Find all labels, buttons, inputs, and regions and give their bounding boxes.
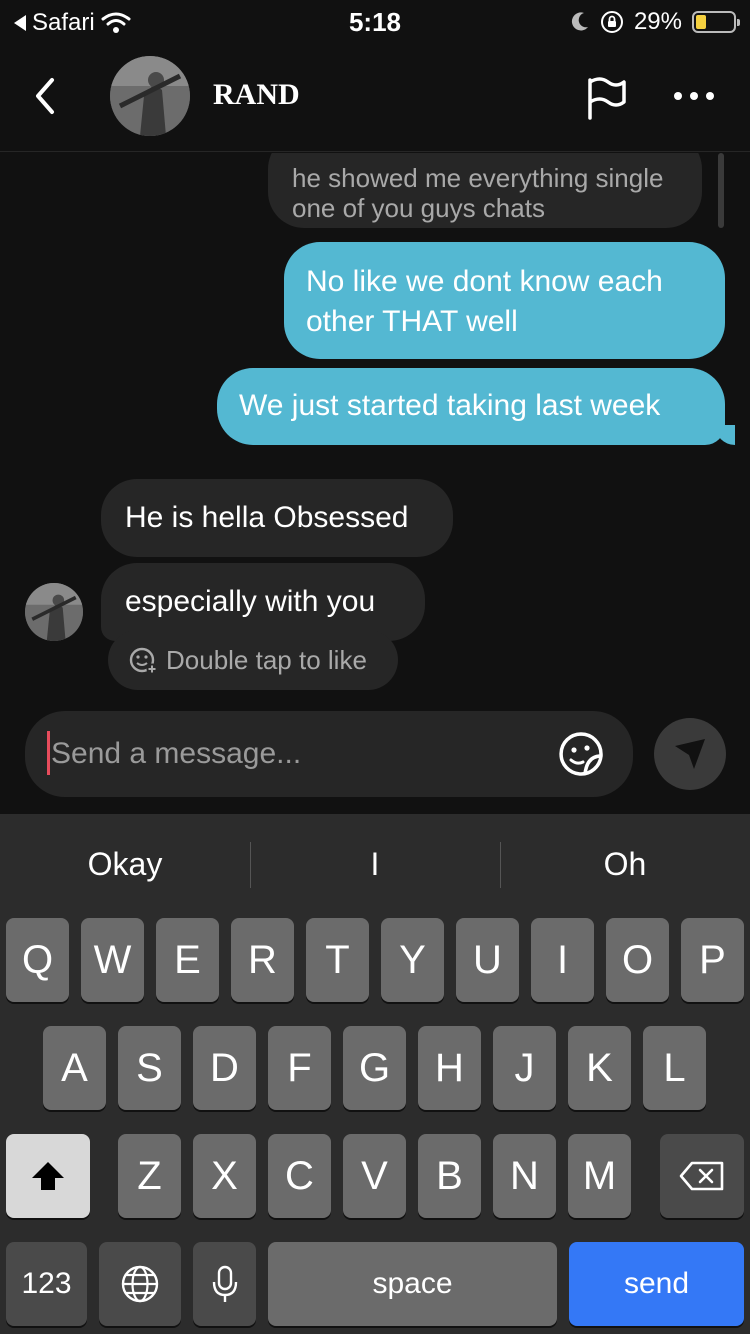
message-composer (25, 711, 633, 797)
key-j[interactable]: J (493, 1026, 556, 1110)
numbers-key[interactable]: 123 (6, 1242, 87, 1326)
key-o[interactable]: O (606, 918, 669, 1002)
text-caret (47, 731, 50, 775)
message-text: one of you guys chats (292, 193, 545, 223)
back-chevron-icon[interactable] (28, 74, 64, 118)
key-u[interactable]: U (456, 918, 519, 1002)
message-text: other THAT well (306, 305, 518, 338)
key-r[interactable]: R (231, 918, 294, 1002)
key-i[interactable]: I (531, 918, 594, 1002)
message-bubble-outgoing[interactable]: We just started taking last week (217, 368, 735, 445)
battery-percent: 29% (633, 8, 682, 35)
delete-key[interactable] (660, 1134, 744, 1218)
key-l[interactable]: L (643, 1026, 706, 1110)
battery-icon (692, 11, 740, 33)
dictation-key[interactable] (193, 1242, 256, 1326)
like-hint-text: Double tap to like (166, 644, 367, 675)
suggestion[interactable]: Okay (0, 814, 250, 914)
key-n[interactable]: N (493, 1134, 556, 1218)
shift-arrow-icon (32, 1162, 64, 1190)
key-p[interactable]: P (681, 918, 744, 1002)
key-h[interactable]: H (418, 1026, 481, 1110)
sender-avatar[interactable] (25, 583, 83, 641)
key-c[interactable]: C (268, 1134, 331, 1218)
space-key[interactable]: space (268, 1242, 557, 1326)
message-text: he showed me everything single (292, 163, 664, 193)
suggestion[interactable]: I (250, 814, 500, 914)
key-d[interactable]: D (193, 1026, 256, 1110)
sticker-icon[interactable] (557, 730, 605, 778)
add-reaction-icon (129, 647, 158, 675)
more-options-icon[interactable] (672, 86, 716, 106)
chat-title[interactable]: RAND (213, 78, 300, 112)
key-y[interactable]: Y (381, 918, 444, 1002)
avatar[interactable] (110, 56, 190, 136)
key-s[interactable]: S (118, 1026, 181, 1110)
shift-key[interactable] (6, 1134, 90, 1218)
key-z[interactable]: Z (118, 1134, 181, 1218)
key-w[interactable]: W (81, 918, 144, 1002)
key-a[interactable]: A (43, 1026, 106, 1110)
double-tap-like-hint[interactable]: Double tap to like (108, 630, 398, 690)
send-message-button[interactable] (654, 718, 726, 790)
chat-header: RAND (0, 40, 750, 152)
message-input[interactable] (51, 711, 531, 797)
report-flag-icon[interactable] (584, 74, 628, 122)
message-text: especially with you (125, 585, 376, 618)
suggestion[interactable]: Oh (500, 814, 750, 914)
bubble-tail (715, 425, 735, 445)
key-q[interactable]: Q (6, 918, 69, 1002)
backspace-icon (679, 1161, 724, 1191)
key-b[interactable]: B (418, 1134, 481, 1218)
key-x[interactable]: X (193, 1134, 256, 1218)
key-e[interactable]: E (156, 918, 219, 1002)
suggestion-bar: Okay I Oh (0, 814, 750, 914)
message-bubble-incoming[interactable]: He is hella Obsessed (101, 479, 453, 557)
message-list[interactable]: he showed me everything single one of yo… (0, 153, 750, 708)
message-bubble-outgoing[interactable]: No like we dont know each other THAT wel… (284, 242, 725, 359)
rotation-lock-icon (600, 11, 623, 33)
key-k[interactable]: K (568, 1026, 631, 1110)
globe-key[interactable] (99, 1242, 181, 1326)
message-text: No like we dont know each (306, 265, 663, 298)
scrollbar[interactable] (718, 153, 724, 228)
message-text: We just started taking last week (239, 389, 661, 422)
key-t[interactable]: T (306, 918, 369, 1002)
paper-plane-icon (675, 739, 705, 769)
keyboard: Okay I Oh Q W E R T Y U I O P A S D F G … (0, 814, 750, 1334)
globe-icon (121, 1265, 159, 1303)
message-text: He is hella Obsessed (125, 501, 409, 534)
message-bubble-incoming[interactable]: he showed me everything single one of yo… (268, 153, 702, 228)
key-f[interactable]: F (268, 1026, 331, 1110)
keyboard-send-key[interactable]: send (569, 1242, 744, 1326)
moon-icon (571, 12, 588, 31)
key-m[interactable]: M (568, 1134, 631, 1218)
microphone-icon (212, 1265, 237, 1302)
key-v[interactable]: V (343, 1134, 406, 1218)
status-bar: Safari 5:18 29% (0, 0, 750, 40)
key-g[interactable]: G (343, 1026, 406, 1110)
